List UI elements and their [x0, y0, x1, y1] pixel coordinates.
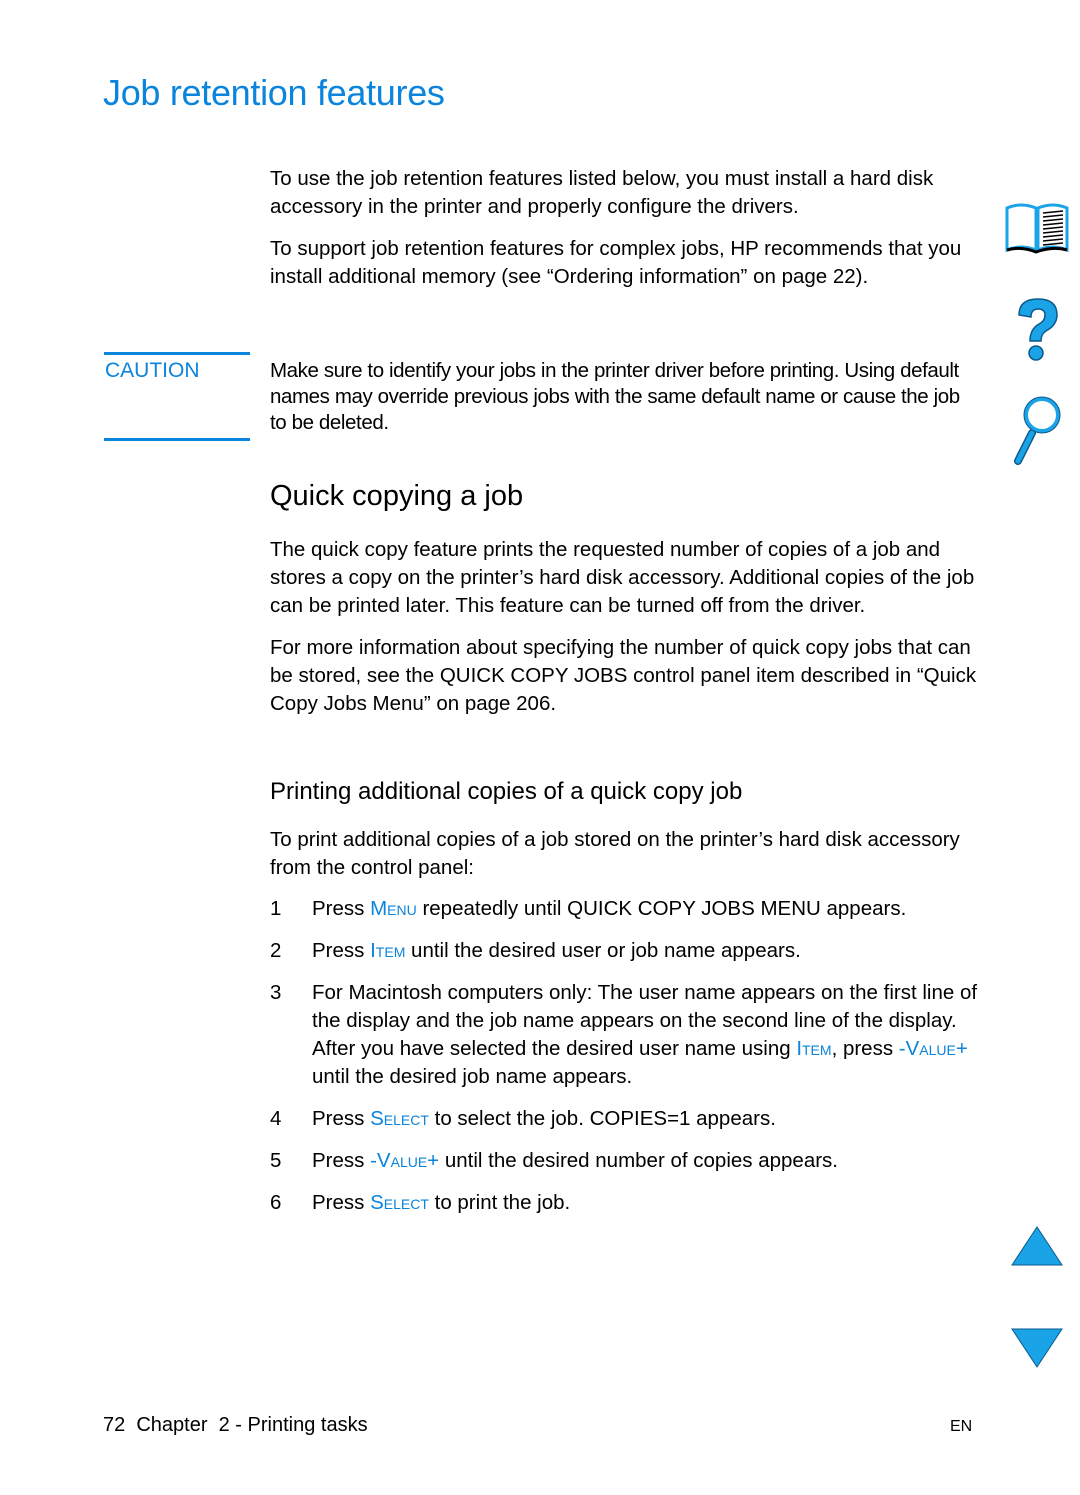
subsection-intro: To print additional copies of a job stor… — [270, 826, 980, 896]
step-text: Press — [312, 1191, 371, 1214]
control-panel-key: -Value+ — [370, 1149, 440, 1172]
caution-label: CAUTION — [105, 359, 200, 382]
steps-list: 1 Press Menu repeatedly until QUICK COPY … — [270, 895, 980, 1231]
step-item: 3 For Macintosh computers only: The user … — [270, 979, 980, 1091]
control-panel-key: Item — [370, 939, 406, 962]
step-text: to print the job. — [428, 1191, 571, 1214]
step-item: 6 Press Select to print the job. — [270, 1189, 980, 1217]
step-text: until the desired job name appears. — [312, 1065, 633, 1088]
step-text: Press — [312, 1149, 371, 1172]
subsection-intro-text: To print additional copies of a job stor… — [270, 828, 960, 879]
step-text: Press — [312, 939, 371, 962]
control-panel-key: Select — [370, 1107, 429, 1130]
page-title: Job retention features — [103, 72, 445, 113]
control-panel-key: Select — [370, 1191, 429, 1214]
step-item: 5 Press -Value+ until the desired number … — [270, 1147, 980, 1175]
step-item: 2 Press Item until the desired user or jo… — [270, 937, 980, 965]
subsection-heading: Printing additional copies of a quick co… — [270, 778, 743, 805]
step-item: 4 Press Select to select the job. COPIES=… — [270, 1105, 980, 1133]
next-page-icon[interactable] — [1010, 1327, 1064, 1369]
caution-text: Make sure to identify your jobs in the p… — [270, 359, 960, 434]
step-text: Press — [312, 1107, 371, 1130]
control-panel-item: QUICK COPY JOBS — [439, 664, 628, 687]
book-icon[interactable] — [1003, 200, 1071, 256]
step-text: Press — [312, 897, 371, 920]
footer-chapter: 72 Chapter 2 - Printing tasks — [103, 1414, 368, 1436]
caution-bottom-rule — [104, 438, 250, 441]
step-number: 3 — [270, 981, 282, 1004]
search-icon[interactable] — [1012, 395, 1064, 467]
step-number: 1 — [270, 897, 282, 920]
step-text: repeatedly until QUICK COPY JOBS MENU ap… — [416, 897, 907, 920]
caution-top-rule — [104, 352, 250, 355]
step-number: 2 — [270, 939, 282, 962]
intro: To use the job retention features listed… — [270, 165, 980, 305]
section-heading: Quick copying a job — [270, 480, 524, 512]
control-panel-key: -Value+ — [898, 1037, 968, 1060]
step-text: to select the job. COPIES=1 appears. — [428, 1107, 776, 1130]
step-number: 6 — [270, 1191, 282, 1214]
step-text: , press — [831, 1037, 899, 1060]
previous-page-icon[interactable] — [1010, 1225, 1064, 1267]
intro-paragraph: To support job retention features for co… — [270, 237, 962, 288]
more-info-paragraph: For more information about specifying th… — [270, 634, 980, 718]
step-text: until the desired number of copies appea… — [439, 1149, 839, 1172]
intro-paragraph: To use the job retention features listed… — [270, 167, 934, 218]
step-item: 1 Press Menu repeatedly until QUICK COPY … — [270, 895, 980, 923]
help-icon[interactable] — [1013, 295, 1063, 365]
step-number: 4 — [270, 1107, 282, 1130]
section-paragraph: The quick copy feature prints the reques… — [270, 538, 975, 617]
step-text: until the desired user or job name appea… — [405, 939, 801, 962]
control-panel-key: Menu — [370, 897, 417, 920]
control-panel-key: Item — [796, 1037, 832, 1060]
footer-language: EN — [950, 1418, 973, 1435]
section-body: The quick copy feature prints the reques… — [270, 536, 980, 732]
step-number: 5 — [270, 1149, 282, 1172]
